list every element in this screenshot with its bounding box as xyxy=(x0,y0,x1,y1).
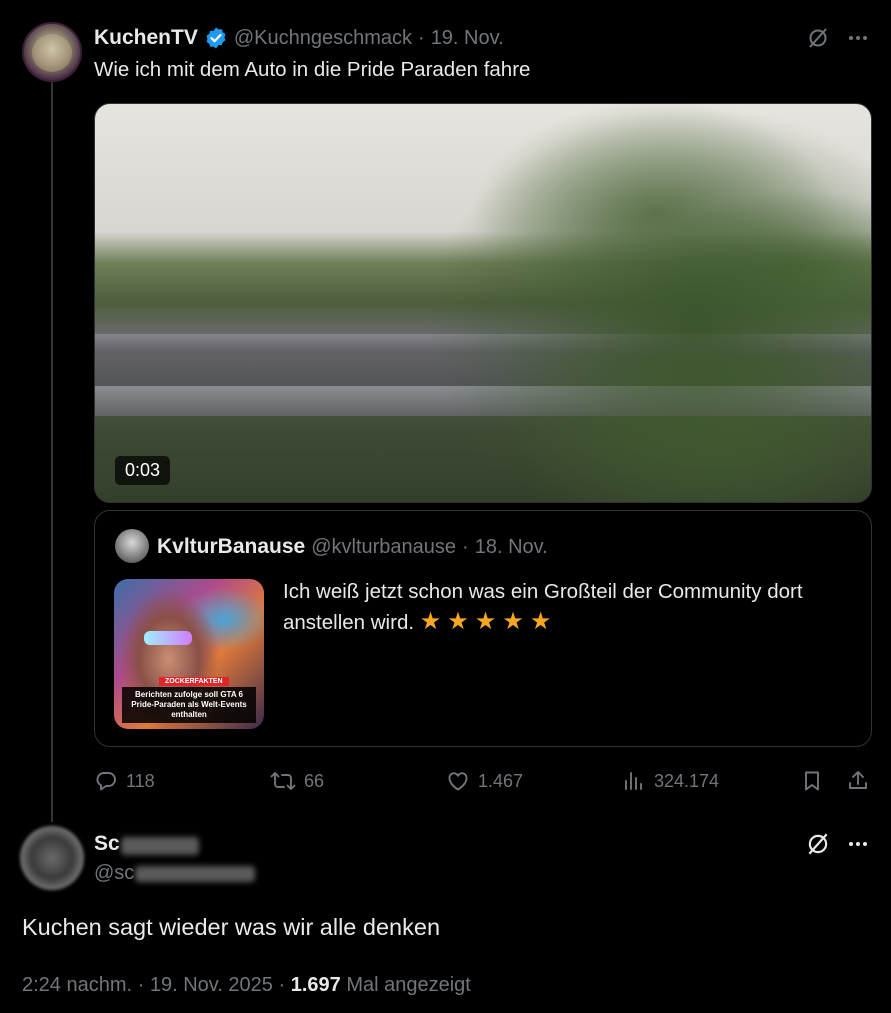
video-duration-badge: 0:03 xyxy=(115,456,171,485)
thumbnail-tag: ZOCKERFAKTEN xyxy=(159,677,229,686)
redacted-name xyxy=(120,836,199,855)
more-icon[interactable] xyxy=(844,24,872,52)
reply-button[interactable]: 118 xyxy=(94,765,155,797)
author-name[interactable]: KuchenTV xyxy=(94,26,198,50)
reply-author-handle[interactable]: @sc xyxy=(94,862,134,884)
quoted-tweet[interactable]: KvlturBanause @kvlturbanause · 18. Nov. … xyxy=(94,510,872,747)
bookmark-button[interactable] xyxy=(800,765,824,797)
video-frame-tree xyxy=(425,104,871,502)
reply-header: Sc @sc xyxy=(94,832,256,885)
share-button[interactable] xyxy=(846,765,870,797)
thread-connector-line xyxy=(51,82,53,822)
separator-dot: · xyxy=(137,974,145,996)
reply-time[interactable]: 2:24 nachm. xyxy=(22,974,132,996)
quote-author-handle: @kvlturbanause xyxy=(311,535,457,558)
reply-view-count: 1.697 xyxy=(290,974,341,996)
tweet-header: KuchenTV @Kuchngeschmack · 19. Nov. xyxy=(94,24,504,52)
avatar[interactable] xyxy=(20,826,84,890)
video-player[interactable]: 0:03 xyxy=(94,103,872,503)
repost-count: 66 xyxy=(304,770,325,791)
avatar[interactable] xyxy=(22,22,82,82)
verified-badge-icon[interactable] xyxy=(204,26,228,50)
tweet-text: Wie ich mit dem Auto in die Pride Parade… xyxy=(94,58,531,81)
tweet-actions: 118 66 1.467 324.174 xyxy=(94,765,872,797)
reply-text: Kuchen sagt wieder was wir alle denken xyxy=(22,914,441,940)
author-handle[interactable]: @Kuchngeschmack xyxy=(234,27,412,50)
star-emoji-icon: ★★★★★ xyxy=(419,608,558,635)
repost-button[interactable]: 66 xyxy=(270,765,324,797)
separator-dot: · xyxy=(462,535,469,558)
grok-icon[interactable] xyxy=(804,24,832,52)
quote-author-name: KvlturBanause xyxy=(157,535,306,558)
quote-text-block: Ich weiß jetzt schon was ein Großteil de… xyxy=(283,577,853,638)
quote-thumbnail[interactable]: ZOCKERFAKTEN Berichten zufolge soll GTA … xyxy=(114,579,264,729)
separator-dot: · xyxy=(418,26,425,49)
tweet-date[interactable]: 19. Nov. xyxy=(431,27,504,50)
quote-date: 18. Nov. xyxy=(474,535,548,558)
reply-meta: 2:24 nachm. · 19. Nov. 2025 · 1.697 Mal … xyxy=(22,974,471,997)
like-count: 1.467 xyxy=(478,770,524,791)
separator-dot: · xyxy=(278,974,286,996)
view-count: 324.174 xyxy=(654,770,720,791)
reply-count: 118 xyxy=(126,770,155,791)
like-button[interactable]: 1.467 xyxy=(446,765,523,797)
views-label: Mal angezeigt xyxy=(346,974,471,996)
reply-author-name[interactable]: Sc xyxy=(94,832,120,856)
views-button[interactable]: 324.174 xyxy=(622,765,719,797)
more-icon[interactable] xyxy=(844,830,872,858)
thumbnail-caption: Berichten zufolge soll GTA 6 Pride-Parad… xyxy=(122,687,256,723)
quote-header: KvlturBanause @kvlturbanause · 18. Nov. xyxy=(157,535,548,559)
quote-avatar xyxy=(115,529,149,563)
reply-date[interactable]: 19. Nov. 2025 xyxy=(150,974,273,996)
redacted-handle xyxy=(135,865,256,882)
grok-icon[interactable] xyxy=(804,830,832,858)
